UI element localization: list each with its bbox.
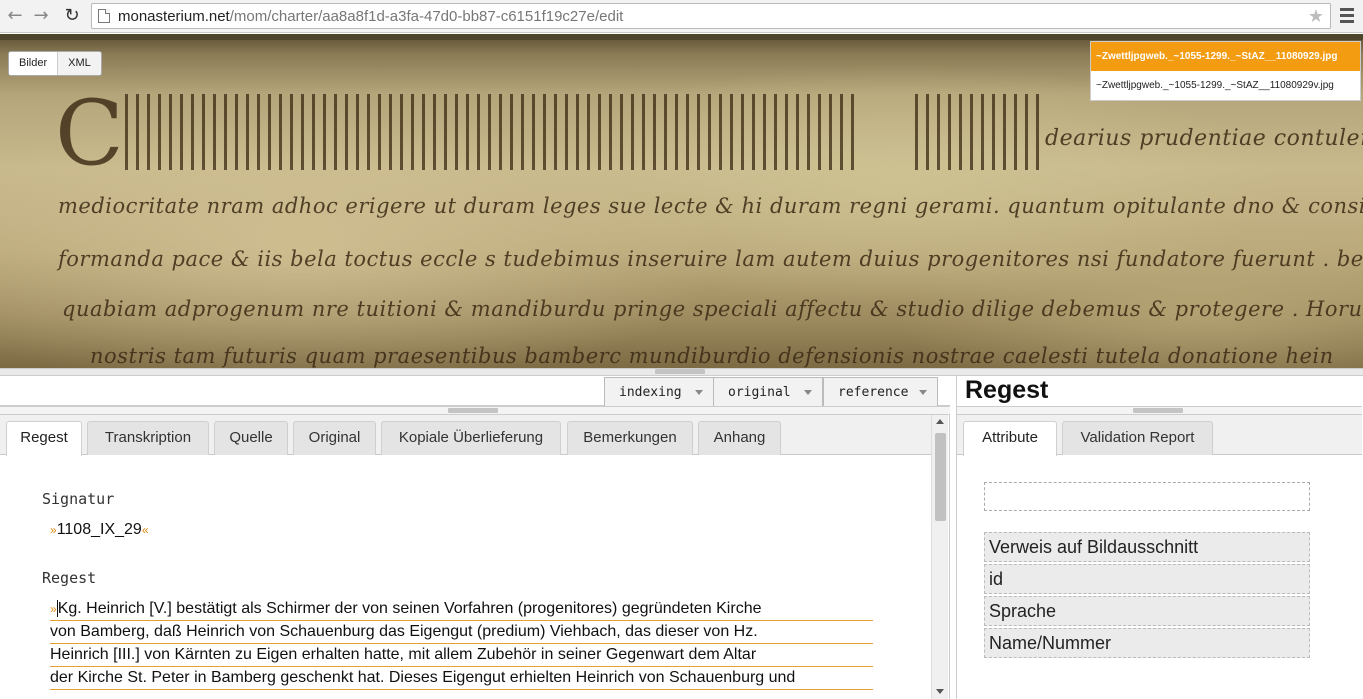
view-toggle: Bilder XML xyxy=(8,51,102,76)
editor-pane: indexing original reference Regest Trans… xyxy=(0,376,950,699)
url-path: /mom/charter/aa8a8f1d-a3fa-47d0-bb87-c61… xyxy=(229,8,624,25)
original-dropdown[interactable]: original xyxy=(713,377,823,406)
regest-label: Regest xyxy=(42,569,97,587)
scroll-down-icon[interactable] xyxy=(936,689,944,694)
charter-text-line: dearius prudentiae contulerunt xyxy=(1045,126,1363,151)
charter-text-line: nostris tam futuris quam praesentibus ba… xyxy=(90,344,1334,368)
charter-text-line: mediocritate nram adhoc erigere ut duram… xyxy=(58,194,1363,218)
viewer-edge xyxy=(0,34,1363,40)
dropdown-label: original xyxy=(728,385,791,400)
url-text[interactable]: monasterium.net/mom/charter/aa8a8f1d-a3f… xyxy=(118,8,623,25)
tab-bemerkungen[interactable]: Bemerkungen xyxy=(567,421,693,455)
tab-kopiale-ueberlieferung[interactable]: Kopiale Überlieferung xyxy=(381,421,561,455)
bookmark-star-icon[interactable]: ★ xyxy=(1308,6,1324,27)
regest-line-text: Kg. Heinrich [V.] bestätigt als Schirmer… xyxy=(56,600,762,617)
quote-open-marker: » xyxy=(50,602,57,616)
tab-attribute[interactable]: Attribute xyxy=(963,421,1057,456)
regest-text-line[interactable]: von Bamberg, daß Heinrich von Schauenbur… xyxy=(50,622,873,644)
attribute-panel: Verweis auf Bildausschnitt id Sprache Na… xyxy=(957,456,1362,699)
tab-anhang[interactable]: Anhang xyxy=(698,421,781,455)
bilder-button[interactable]: Bilder xyxy=(9,52,59,75)
forward-arrow-icon[interactable]: → xyxy=(29,4,53,28)
charter-text-line: quabiam adprogenum nre tuitioni & mandib… xyxy=(62,297,1363,321)
page-icon xyxy=(98,9,110,23)
address-bar[interactable]: monasterium.net/mom/charter/aa8a8f1d-a3f… xyxy=(91,3,1331,29)
regest-text-line[interactable]: Heinrich [III.] von Kärnten zu Eigen erh… xyxy=(50,645,873,667)
attribute-pane: Regest Attribute Validation Report Verwe… xyxy=(956,376,1363,699)
tab-regest[interactable]: Regest xyxy=(6,421,82,456)
pane-title: Regest xyxy=(965,376,1049,404)
quote-close-marker: « xyxy=(141,523,149,537)
charter-image-viewer[interactable]: C dearius prudentiae contulerunt mediocr… xyxy=(0,34,1363,368)
indexing-dropdown[interactable]: indexing xyxy=(604,377,714,406)
browser-toolbar: ← → ↻ monasterium.net/mom/charter/aa8a8f… xyxy=(0,0,1363,33)
vertical-scrollbar[interactable] xyxy=(931,415,948,699)
url-host: monasterium.net xyxy=(118,8,230,25)
editor-toolbar: indexing original reference xyxy=(0,376,950,406)
signatur-value: 1108_IX_29 xyxy=(56,521,142,538)
splitter-grip[interactable] xyxy=(1133,408,1183,413)
caret-down-icon xyxy=(804,390,812,395)
image-list-item[interactable]: ~Zwettljpgweb._~1055-1299._~StAZ__110809… xyxy=(1091,71,1360,100)
attribute-item[interactable]: id xyxy=(984,564,1310,594)
scrollbar-thumb[interactable] xyxy=(935,433,946,521)
viewer-splitter[interactable] xyxy=(0,368,1363,376)
xml-button[interactable]: XML xyxy=(58,52,101,75)
regest-text-line[interactable]: der Kirche St. Peter in Bamberg geschenk… xyxy=(50,668,873,690)
scroll-up-icon[interactable] xyxy=(936,419,944,424)
right-splitter[interactable] xyxy=(957,406,1362,415)
back-arrow-icon[interactable]: ← xyxy=(3,4,27,28)
tab-original[interactable]: Original xyxy=(293,421,376,455)
charter-initial: C xyxy=(55,81,124,186)
splitter-grip[interactable] xyxy=(655,369,705,374)
quote-open-marker: » xyxy=(50,523,57,537)
tab-quelle[interactable]: Quelle xyxy=(214,421,288,455)
signatur-field[interactable]: »1108_IX_29« xyxy=(50,521,149,539)
attribute-item[interactable]: Name/Nummer xyxy=(984,628,1310,658)
caret-down-icon xyxy=(695,390,703,395)
editor-tabs: Regest Transkription Quelle Original Kop… xyxy=(0,415,931,456)
elongated-letters-left xyxy=(125,94,862,172)
splitter-grip[interactable] xyxy=(448,408,498,413)
attribute-tabs: Attribute Validation Report xyxy=(957,415,1362,456)
image-list: ~Zwettljpgweb._~1055-1299._~StAZ__110809… xyxy=(1090,41,1361,101)
dropdown-label: reference xyxy=(838,385,909,400)
toolbar-splitter[interactable] xyxy=(0,406,950,415)
attribute-input[interactable] xyxy=(984,482,1310,511)
elongated-letters-right xyxy=(915,94,1047,172)
reload-icon[interactable]: ↻ xyxy=(60,4,84,28)
signatur-label: Signatur xyxy=(42,490,115,508)
regest-text-line[interactable]: »Kg. Heinrich [V.] bestätigt als Schirme… xyxy=(50,599,873,621)
caret-down-icon xyxy=(919,390,927,395)
tab-transkription[interactable]: Transkription xyxy=(87,421,209,455)
attribute-item[interactable]: Sprache xyxy=(984,596,1310,626)
image-list-item[interactable]: ~Zwettljpgweb._~1055-1299._~StAZ__110809… xyxy=(1091,42,1360,71)
browser-menu-icon[interactable] xyxy=(1339,5,1355,25)
tab-validation-report[interactable]: Validation Report xyxy=(1062,421,1213,455)
reference-dropdown[interactable]: reference xyxy=(823,377,938,406)
attribute-item[interactable]: Verweis auf Bildausschnitt xyxy=(984,532,1310,562)
regest-editor: Signatur »1108_IX_29« Regest »Kg. Heinri… xyxy=(0,456,931,699)
charter-text-line: formanda pace & iis bela toctus eccle s … xyxy=(58,247,1363,271)
dropdown-label: indexing xyxy=(619,385,682,400)
